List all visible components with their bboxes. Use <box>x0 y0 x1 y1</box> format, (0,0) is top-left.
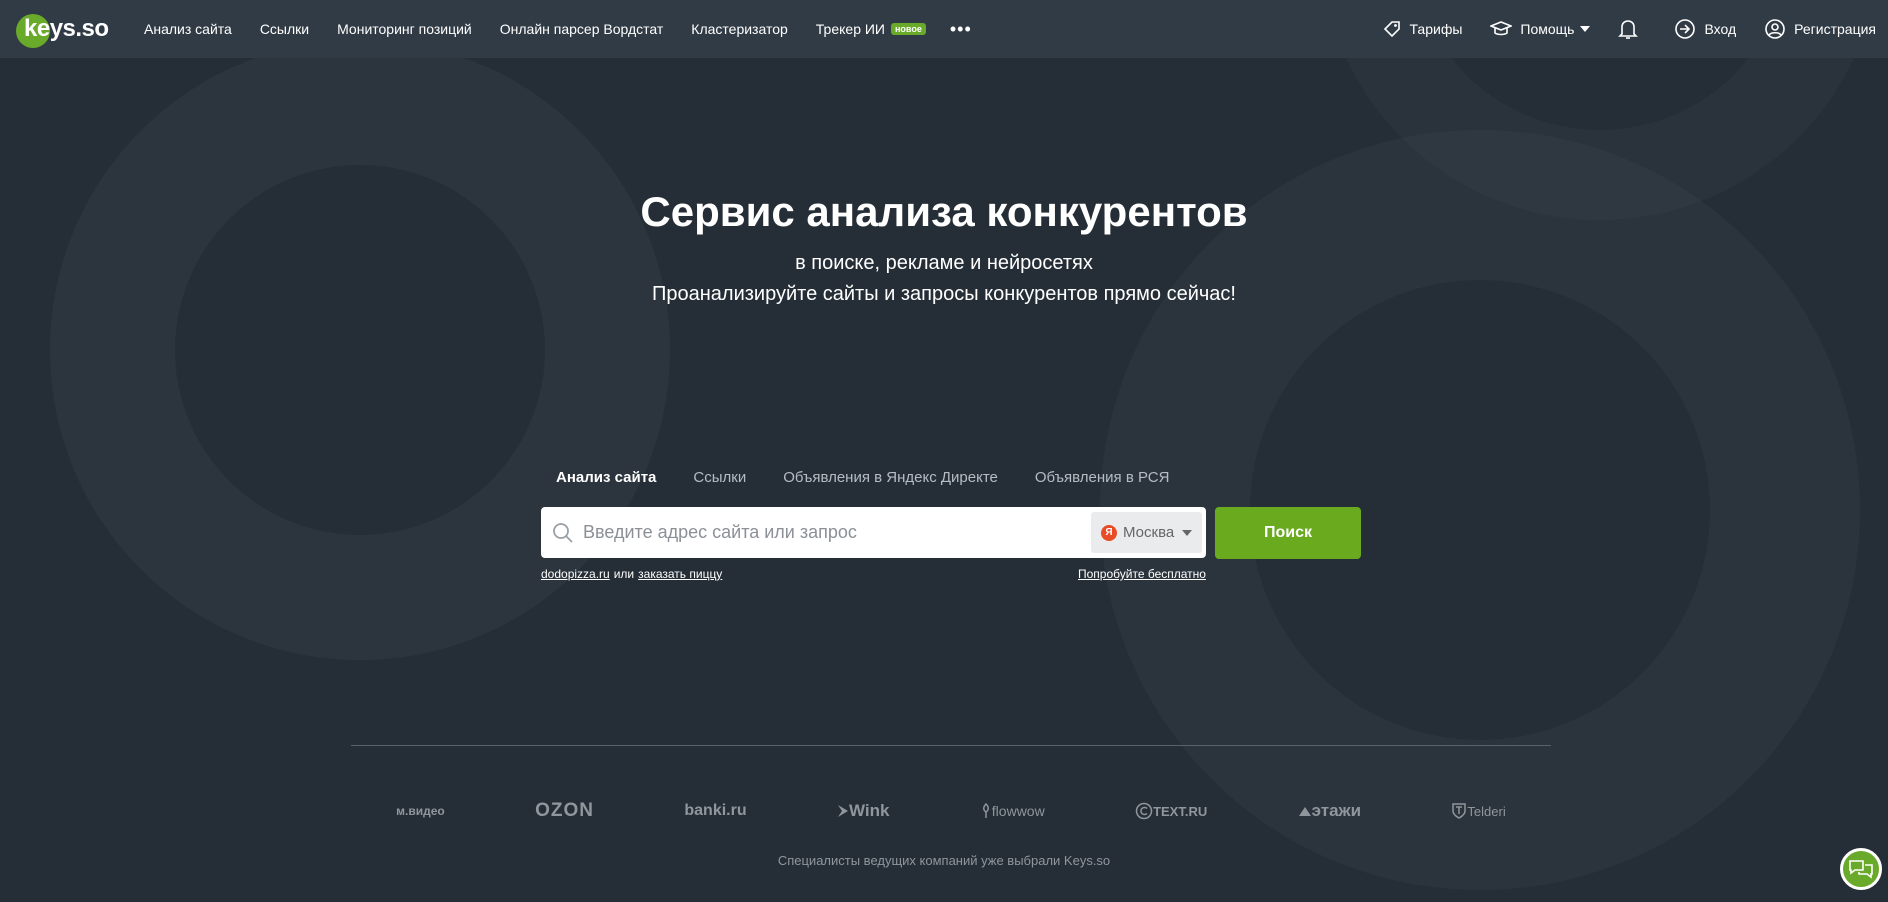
brand-telderi: Telderi <box>1451 802 1506 820</box>
nav-item-wordstat-parser[interactable]: Онлайн парсер Вордстат <box>500 21 664 37</box>
brand-banki-label: banki.ru <box>684 802 747 819</box>
region-label: Москва <box>1123 524 1175 541</box>
nav-item-ai-tracker[interactable]: Трекер ИИ новое <box>816 21 926 37</box>
shield-icon <box>1452 803 1467 819</box>
register-link[interactable]: Регистрация <box>1764 18 1876 40</box>
tab-site-analysis[interactable]: Анализ сайта <box>556 469 656 486</box>
bell-icon <box>1618 20 1639 39</box>
help-label: Помощь <box>1520 21 1575 37</box>
search-examples: dodopizza.ru или заказать пиццу <box>541 567 722 581</box>
tab-yandex-direct-ads[interactable]: Объявления в Яндекс Директе <box>783 469 998 486</box>
region-select[interactable]: Я Москва <box>1091 512 1202 553</box>
brand-mvideo-label: м.видео <box>396 804 445 818</box>
tariffs-label: Тарифы <box>1409 21 1463 37</box>
search-button[interactable]: Поиск <box>1215 507 1361 559</box>
house-icon <box>1298 807 1311 816</box>
brand-ozon: OZON <box>535 800 594 822</box>
background-decoration <box>0 0 1888 902</box>
copyright-icon <box>1135 802 1153 820</box>
hero-cta-text: Проанализируйте сайты и запросы конкурен… <box>651 283 1236 305</box>
chat-button[interactable] <box>1840 848 1882 890</box>
logo[interactable]: keys.so <box>16 14 116 48</box>
nav-item-links[interactable]: Ссылки <box>260 21 309 37</box>
brand-ozon-label: OZON <box>535 800 595 821</box>
chevron-down-icon <box>1580 26 1591 32</box>
client-logos: м.видео OZON banki.ru Wink flowwow TEXT.… <box>351 800 1551 822</box>
help-menu[interactable]: Помощь <box>1490 19 1591 39</box>
user-icon <box>1765 19 1785 39</box>
login-label: Вход <box>1704 21 1737 37</box>
example-link-dodopizza[interactable]: dodopizza.ru <box>541 567 610 581</box>
brand-banki: banki.ru <box>684 802 746 820</box>
notifications-button[interactable] <box>1618 18 1646 40</box>
tab-links[interactable]: Ссылки <box>693 469 746 486</box>
brand-textru-label: TEXT.RU <box>1153 803 1208 819</box>
logo-text: keys.so <box>24 15 109 42</box>
footer-note: Специалисты ведущих компаний уже выбрали… <box>777 853 1111 868</box>
new-badge: новое <box>891 23 926 35</box>
more-menu-button[interactable]: ••• <box>950 19 972 40</box>
nav-item-ai-tracker-label: Трекер ИИ <box>815 21 885 37</box>
yandex-icon: Я <box>1101 524 1117 541</box>
divider <box>351 745 1551 746</box>
main-nav: Анализ сайта Ссылки Мониторинг позиций О… <box>144 19 972 40</box>
brand-telderi-label: Telderi <box>1467 803 1506 819</box>
or-text: или <box>613 567 635 581</box>
right-nav: Тарифы Помощь Вход Регистрация <box>1354 0 1876 58</box>
brand-wink-label: Wink <box>848 801 890 820</box>
nav-item-site-analysis[interactable]: Анализ сайта <box>144 21 232 37</box>
brand-textru: TEXT.RU <box>1135 802 1207 820</box>
brand-mvideo: м.видео <box>396 804 445 818</box>
top-header: keys.so Анализ сайта Ссылки Мониторинг п… <box>0 0 1888 58</box>
hero-subtitle: в поиске, рекламе и нейросетях <box>795 252 1093 274</box>
try-free-link[interactable]: Попробуйте бесплатно <box>1078 567 1206 581</box>
login-icon <box>1675 19 1696 39</box>
tag-icon <box>1383 21 1400 38</box>
brand-flowwow-label: flowwow <box>991 803 1045 819</box>
nav-item-position-monitoring[interactable]: Мониторинг позиций <box>337 21 472 37</box>
graduation-cap-icon <box>1490 21 1513 36</box>
chevron-down-icon <box>1182 529 1193 536</box>
chat-icon <box>1849 860 1873 879</box>
search-icon <box>553 522 573 543</box>
register-label: Регистрация <box>1794 21 1876 37</box>
brand-flowwow: flowwow <box>980 803 1045 819</box>
example-link-order-pizza[interactable]: заказать пиццу <box>638 567 722 581</box>
flower-icon <box>982 803 989 818</box>
brand-etazhi-label: этажи <box>1311 801 1362 820</box>
search-input[interactable] <box>583 522 1083 543</box>
tariffs-link[interactable]: Тарифы <box>1382 19 1463 39</box>
brand-etazhi: этажи <box>1298 801 1361 821</box>
search-tabs: Анализ сайта Ссылки Объявления в Яндекс … <box>556 469 1206 486</box>
nav-item-clusterizer[interactable]: Кластеризатор <box>691 21 787 37</box>
hero-title: Сервис анализа конкурентов <box>640 188 1248 235</box>
brand-wink: Wink <box>837 801 889 821</box>
login-link[interactable]: Вход <box>1674 18 1736 40</box>
wink-logo-icon <box>837 805 848 817</box>
search-box: Я Москва <box>541 507 1206 558</box>
tab-rsya-ads[interactable]: Объявления в РСЯ <box>1035 469 1170 486</box>
